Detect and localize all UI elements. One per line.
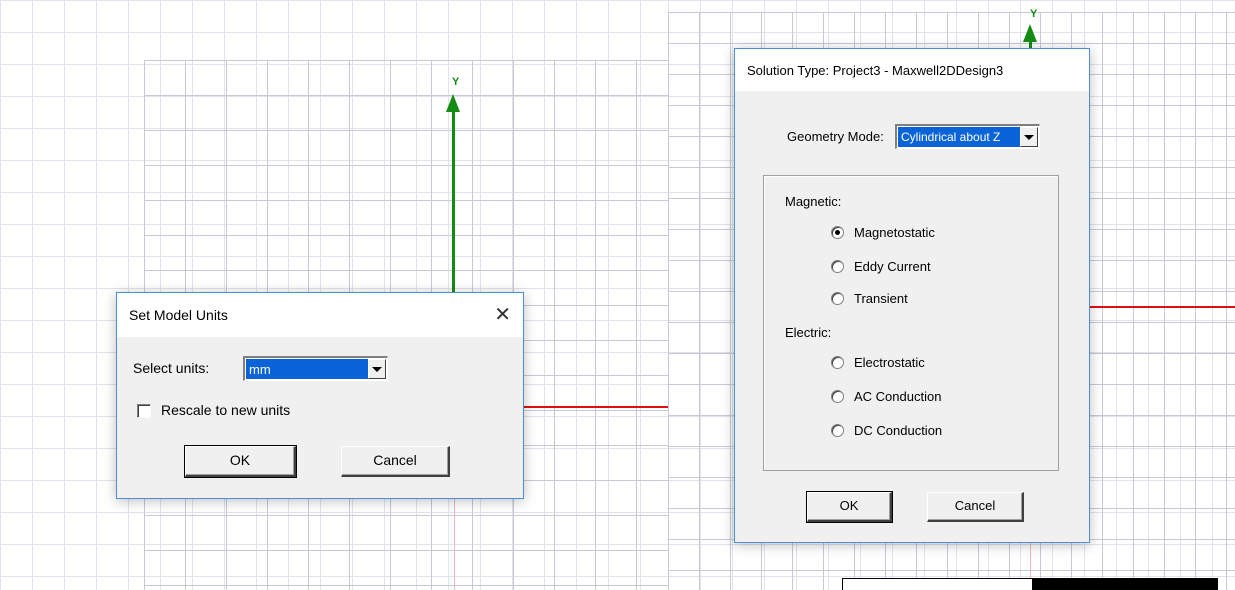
radio-icon[interactable]	[831, 292, 844, 305]
radio-eddy-current[interactable]: Eddy Current	[831, 259, 931, 274]
radio-icon[interactable]	[831, 390, 844, 403]
radio-magnetostatic[interactable]: Magnetostatic	[831, 225, 935, 240]
radio-dc-conduction[interactable]: DC Conduction	[831, 423, 942, 438]
select-units-label: Select units:	[133, 360, 210, 376]
geometry-mode-value: Cylindrical about Z	[898, 127, 1020, 147]
ok-button[interactable]: OK	[184, 445, 297, 478]
radio-icon[interactable]	[831, 424, 844, 437]
rescale-label[interactable]: Rescale to new units	[161, 402, 290, 418]
radio-selected-icon[interactable]	[831, 226, 844, 239]
y-axis	[452, 108, 455, 298]
canvas-status-bar	[1032, 578, 1218, 590]
geometry-mode-dropdown[interactable]: Cylindrical about Z	[895, 124, 1040, 149]
radio-icon[interactable]	[831, 260, 844, 273]
units-dropdown-value: mm	[246, 359, 368, 379]
radio-label: AC Conduction	[854, 389, 942, 404]
dialog-titlebar[interactable]: Set Model Units	[117, 293, 523, 337]
radio-label: Eddy Current	[854, 259, 931, 274]
radio-transient[interactable]: Transient	[831, 291, 908, 306]
chevron-down-icon[interactable]	[1020, 127, 1038, 147]
radio-label: Electrostatic	[854, 355, 925, 370]
radio-electrostatic[interactable]: Electrostatic	[831, 355, 925, 370]
y-axis-arrow-icon	[1023, 24, 1037, 42]
geometry-mode-label: Geometry Mode:	[787, 129, 884, 144]
units-dropdown[interactable]: mm	[243, 356, 388, 381]
y-axis-label: Y	[1030, 8, 1038, 20]
modeler-canvas-right[interactable]: Y Solution Type: Project3 - Maxwell2DDes…	[668, 0, 1235, 590]
close-icon[interactable]: ✕	[494, 302, 511, 326]
y-axis-label: Y	[452, 76, 460, 88]
x-axis	[520, 406, 668, 408]
radio-label: Magnetostatic	[854, 225, 935, 240]
set-model-units-dialog: Set Model Units ✕ Select units: mm Resca…	[116, 292, 524, 499]
magnetic-label: Magnetic:	[785, 194, 842, 209]
modeler-canvas-left[interactable]: Y Set Model Units ✕ Select units: mm Res…	[0, 0, 668, 590]
radio-label: DC Conduction	[854, 423, 943, 438]
dialog-title: Set Model Units	[129, 307, 228, 323]
chevron-down-icon[interactable]	[368, 359, 386, 379]
x-axis	[1090, 306, 1235, 308]
dialog-titlebar[interactable]: Solution Type: Project3 - Maxwell2DDesig…	[735, 49, 1089, 91]
ok-button[interactable]: OK	[806, 491, 893, 523]
rescale-checkbox[interactable]	[137, 404, 151, 418]
solution-type-dialog: Solution Type: Project3 - Maxwell2DDesig…	[734, 48, 1090, 543]
radio-label: Transient	[854, 291, 908, 306]
canvas-status-box	[842, 578, 1034, 590]
radio-icon[interactable]	[831, 356, 844, 369]
dialog-title: Solution Type: Project3 - Maxwell2DDesig…	[747, 62, 1004, 78]
electric-label: Electric:	[785, 325, 832, 340]
radio-ac-conduction[interactable]: AC Conduction	[831, 389, 941, 404]
y-axis-arrow-icon	[446, 94, 460, 112]
cancel-button[interactable]: Cancel	[341, 446, 450, 477]
cancel-button[interactable]: Cancel	[927, 492, 1024, 522]
